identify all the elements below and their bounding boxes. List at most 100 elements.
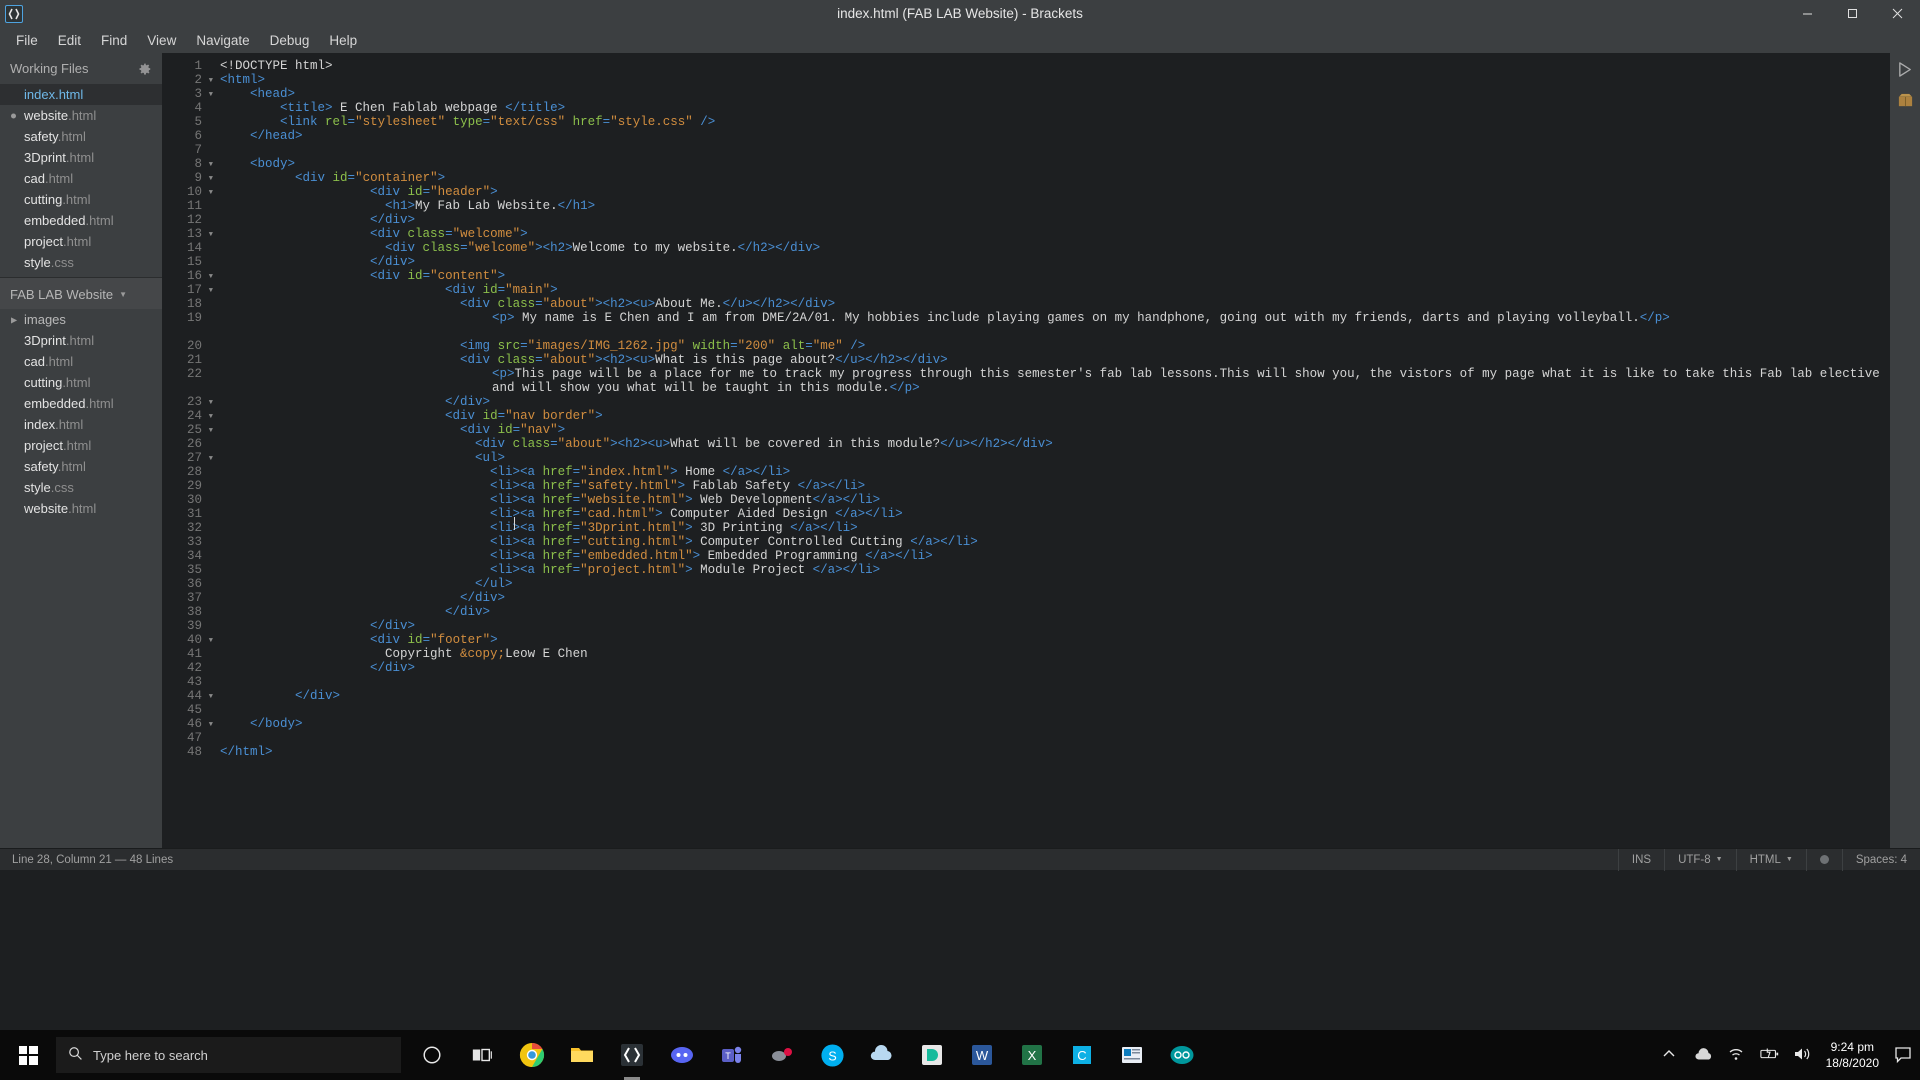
menu-find[interactable]: Find	[91, 30, 137, 51]
working-file-3Dprint[interactable]: 3Dprint.html	[0, 147, 162, 168]
tree-item-project[interactable]: project.html	[0, 435, 162, 456]
code-token: "content"	[430, 269, 498, 283]
working-files-title: Working Files	[10, 61, 89, 76]
menu-view[interactable]: View	[137, 30, 186, 51]
tree-item-embedded[interactable]: embedded.html	[0, 393, 162, 414]
onedrive-icon[interactable]	[1694, 1046, 1712, 1064]
brackets-icon[interactable]	[607, 1030, 657, 1080]
working-file-cad[interactable]: cad.html	[0, 168, 162, 189]
code-token: "footer"	[430, 633, 491, 647]
editor-pane[interactable]: 1 2 ▼ 3 ▼ 4 5 6 7 8 ▼ 9 ▼ 10 ▼ 11 12 13 ▼ 14 15 16 ▼ 17 ▼ 18 19 20…	[162, 53, 1890, 848]
code-token: >	[685, 535, 693, 549]
working-file-cutting[interactable]: cutting.html	[0, 189, 162, 210]
extension-manager-icon[interactable]	[1897, 92, 1914, 109]
code-line: <div id="header">	[220, 185, 1890, 199]
code-token: =	[550, 437, 558, 451]
code-scroll-area[interactable]: 1 2 ▼ 3 ▼ 4 5 6 7 8 ▼ 9 ▼ 10 ▼ 11 12 13 ▼ 14 15 16 ▼ 17 ▼ 18 19 20…	[162, 53, 1890, 848]
taskbar-clock[interactable]: 9:24 pm 18/8/2020	[1826, 1039, 1879, 1071]
search-placeholder-text: Type here to search	[93, 1047, 208, 1063]
file-extension: .html	[63, 234, 92, 249]
excel-icon[interactable]: X	[1007, 1030, 1057, 1080]
minimize-button[interactable]	[1785, 0, 1830, 27]
menu-edit[interactable]: Edit	[48, 30, 91, 51]
volume-icon[interactable]	[1793, 1046, 1811, 1064]
code-token: Fablab Safety	[685, 479, 798, 493]
code-token: <title>	[280, 101, 333, 115]
tree-item-style[interactable]: style.css	[0, 477, 162, 498]
encoding-label: UTF-8	[1678, 853, 1711, 866]
discord-icon[interactable]	[657, 1030, 707, 1080]
code-token: =	[520, 339, 528, 353]
tree-item-cad[interactable]: cad.html	[0, 351, 162, 372]
code-token: "text/css"	[490, 115, 566, 129]
onedrive-app-icon[interactable]	[857, 1030, 907, 1080]
code-token: Computer Controlled Cutting	[692, 535, 911, 549]
working-file-index[interactable]: index.html	[0, 84, 162, 105]
line-number: 3 ▼	[194, 87, 213, 101]
tree-item-cutting[interactable]: cutting.html	[0, 372, 162, 393]
tree-item-website[interactable]: website.html	[0, 498, 162, 519]
line-number: 6	[194, 129, 202, 143]
menu-file[interactable]: File	[6, 30, 48, 51]
code-token: <li><a	[490, 549, 543, 563]
code-line: </ul>	[220, 577, 1890, 591]
arduino-icon[interactable]	[1157, 1030, 1207, 1080]
encoding-selector[interactable]: UTF-8 ▼	[1664, 848, 1736, 871]
working-file-safety[interactable]: safety.html	[0, 126, 162, 147]
language-selector[interactable]: HTML ▼	[1735, 848, 1806, 871]
skype-icon[interactable]: S	[807, 1030, 857, 1080]
code-line: <div class="about"><h2><u>What will be c…	[220, 437, 1890, 451]
c-app-icon[interactable]: C	[1057, 1030, 1107, 1080]
code-token: >	[557, 423, 566, 437]
working-file-website[interactable]: website.html	[0, 105, 162, 126]
lint-status-icon[interactable]	[1805, 848, 1842, 871]
working-file-style[interactable]: style.css	[0, 252, 162, 273]
tree-item-safety[interactable]: safety.html	[0, 456, 162, 477]
code-content[interactable]: <!DOCTYPE html> <html> <head> <title> E C…	[206, 59, 1890, 759]
insert-mode-indicator[interactable]: INS	[1617, 848, 1664, 871]
line-number: 29	[186, 479, 202, 493]
show-hidden-icons[interactable]	[1661, 1046, 1679, 1064]
maximize-button[interactable]	[1830, 0, 1875, 27]
code-line: <h1>My Fab Lab Website.</h1>	[220, 199, 1890, 213]
line-number: 1	[194, 59, 202, 73]
tree-item-images[interactable]: ▶ images	[0, 309, 162, 330]
code-token: <div	[370, 227, 408, 241]
project-header[interactable]: FAB LAB Website ▼	[0, 278, 162, 309]
tree-item-index[interactable]: index.html	[0, 414, 162, 435]
code-token: =	[497, 283, 506, 297]
cortana-icon[interactable]	[407, 1030, 457, 1080]
working-file-embedded[interactable]: embedded.html	[0, 210, 162, 231]
chrome-icon[interactable]	[507, 1030, 557, 1080]
paint3d-icon[interactable]	[757, 1030, 807, 1080]
battery-icon[interactable]	[1759, 1046, 1778, 1064]
teams-icon[interactable]: T	[707, 1030, 757, 1080]
code-token: >	[655, 507, 663, 521]
firefox-dev-icon[interactable]	[907, 1030, 957, 1080]
publisher-icon[interactable]	[1107, 1030, 1157, 1080]
menu-debug[interactable]: Debug	[260, 30, 320, 51]
code-token: =	[572, 535, 581, 549]
menu-help[interactable]: Help	[319, 30, 367, 51]
task-view-icon[interactable]	[457, 1030, 507, 1080]
action-center-icon[interactable]	[1894, 1046, 1912, 1064]
word-icon[interactable]: W	[957, 1030, 1007, 1080]
wifi-icon[interactable]	[1727, 1046, 1745, 1064]
code-token: Home	[677, 465, 723, 479]
indent-setting[interactable]: Spaces: 4	[1841, 848, 1920, 871]
file-explorer-icon[interactable]	[557, 1030, 607, 1080]
windows-start-icon[interactable]	[0, 1030, 56, 1080]
working-file-project[interactable]: project.html	[0, 231, 162, 252]
line-number: 40 ▼	[186, 633, 213, 647]
file-name: index	[24, 87, 56, 102]
gear-icon[interactable]	[138, 62, 152, 76]
live-preview-icon[interactable]	[1897, 61, 1914, 78]
code-line: </head>	[220, 129, 1890, 143]
chevron-right-icon[interactable]: ▶	[11, 315, 17, 324]
search-input[interactable]: Type here to search	[56, 1037, 401, 1073]
menu-navigate[interactable]: Navigate	[186, 30, 259, 51]
tree-item-3Dprint[interactable]: 3Dprint.html	[0, 330, 162, 351]
close-button[interactable]	[1875, 0, 1920, 27]
code-token: class	[497, 297, 536, 311]
